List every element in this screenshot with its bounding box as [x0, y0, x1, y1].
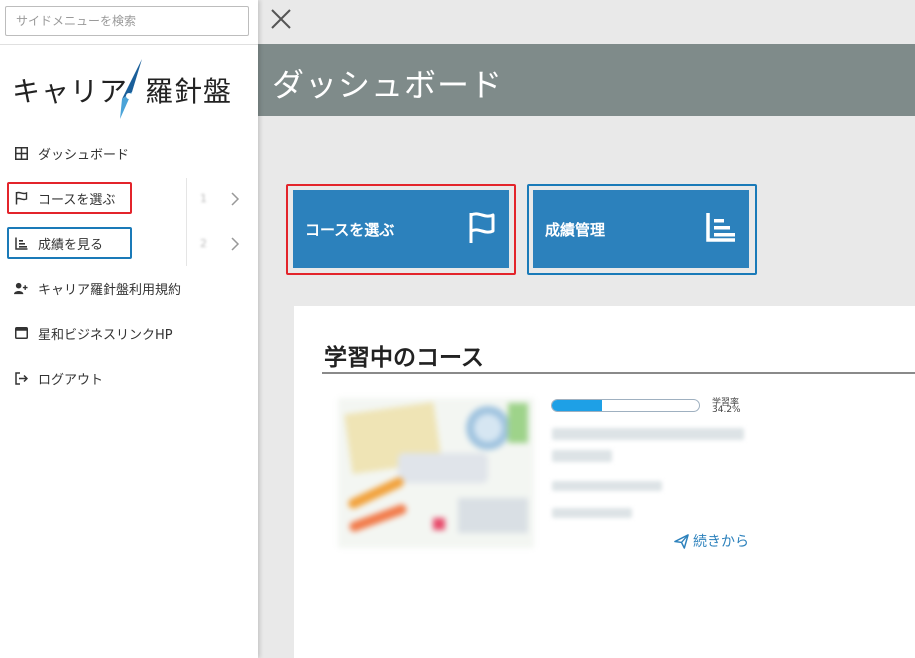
user-plus-icon: [14, 281, 28, 295]
sidebar-item-label: キャリア羅針盤利用規約: [38, 282, 182, 298]
compass-needle-icon: [120, 59, 142, 119]
grid-icon: [14, 146, 28, 160]
grade-management-label: 成績管理: [545, 220, 606, 239]
chevron-right-icon[interactable]: [230, 192, 240, 206]
grades-count-badge: 2: [200, 237, 207, 250]
sidebar-divider: [0, 44, 258, 45]
page-header: ダッシュボード: [258, 44, 915, 116]
logout-icon: [14, 371, 28, 385]
progress-bar: [551, 399, 700, 412]
choose-course-label: コースを選ぶ: [305, 220, 395, 239]
sidebar-item-label: ログアウト: [38, 372, 104, 388]
bar-list-icon: [705, 211, 737, 247]
sidebar-item-terms[interactable]: キャリア羅針盤利用規約: [0, 271, 186, 305]
sidebar-item-view-grades[interactable]: 成績を見る: [0, 226, 186, 260]
sidebar-item-divider: [186, 178, 187, 266]
sidebar-item-label: コースを選ぶ: [38, 192, 116, 208]
course-meta-blurred: [552, 481, 662, 491]
close-icon[interactable]: [270, 8, 292, 30]
grade-management-button[interactable]: 成績管理: [533, 190, 749, 268]
course-thumbnail[interactable]: [338, 398, 534, 548]
progress-fill: [552, 400, 603, 411]
logo-text-left: キャリア: [12, 75, 129, 108]
side-menu-search-input[interactable]: [5, 6, 249, 36]
sidebar-item-label: ダッシュボード: [38, 147, 130, 163]
continue-link[interactable]: 続きから: [674, 531, 749, 551]
sidebar-item-label: 星和ビジネスリンクHP: [38, 327, 173, 343]
progress-value: 34.2%: [712, 405, 741, 415]
logo[interactable]: キャリア 羅針盤: [12, 58, 244, 120]
course-name-blurred-2: [552, 450, 612, 462]
course-name-blurred: [552, 428, 744, 440]
flag-icon: [467, 211, 497, 249]
chevron-right-icon[interactable]: [230, 237, 240, 251]
sidebar-item-label: 成績を見る: [38, 237, 104, 253]
course-time-blurred: [552, 508, 632, 518]
window-icon: [14, 326, 28, 340]
sidebar-item-company-hp[interactable]: 星和ビジネスリンクHP: [0, 316, 186, 350]
send-icon: [674, 533, 689, 549]
flag-icon: [14, 191, 28, 205]
sidebar-item-logout[interactable]: ログアウト: [0, 361, 186, 395]
page-title: ダッシュボード: [272, 66, 504, 104]
course-count-badge: 1: [200, 192, 207, 205]
continue-label: 続きから: [693, 534, 749, 550]
logo-text-right: 羅針盤: [145, 75, 233, 108]
title-divider: [322, 372, 915, 374]
side-menu: キャリア 羅針盤 ダッシュボード コースを選ぶ 成績を見る 1 2: [0, 0, 258, 658]
sidebar-item-dashboard[interactable]: ダッシュボード: [0, 136, 186, 170]
sidebar-item-choose-course[interactable]: コースを選ぶ: [0, 181, 186, 215]
bar-list-icon: [14, 236, 28, 250]
learning-courses-card: 学習中のコース 学習率 34.2% 続きから: [294, 306, 915, 658]
learning-courses-title: 学習中のコース: [324, 345, 484, 371]
choose-course-button[interactable]: コースを選ぶ: [293, 190, 509, 268]
